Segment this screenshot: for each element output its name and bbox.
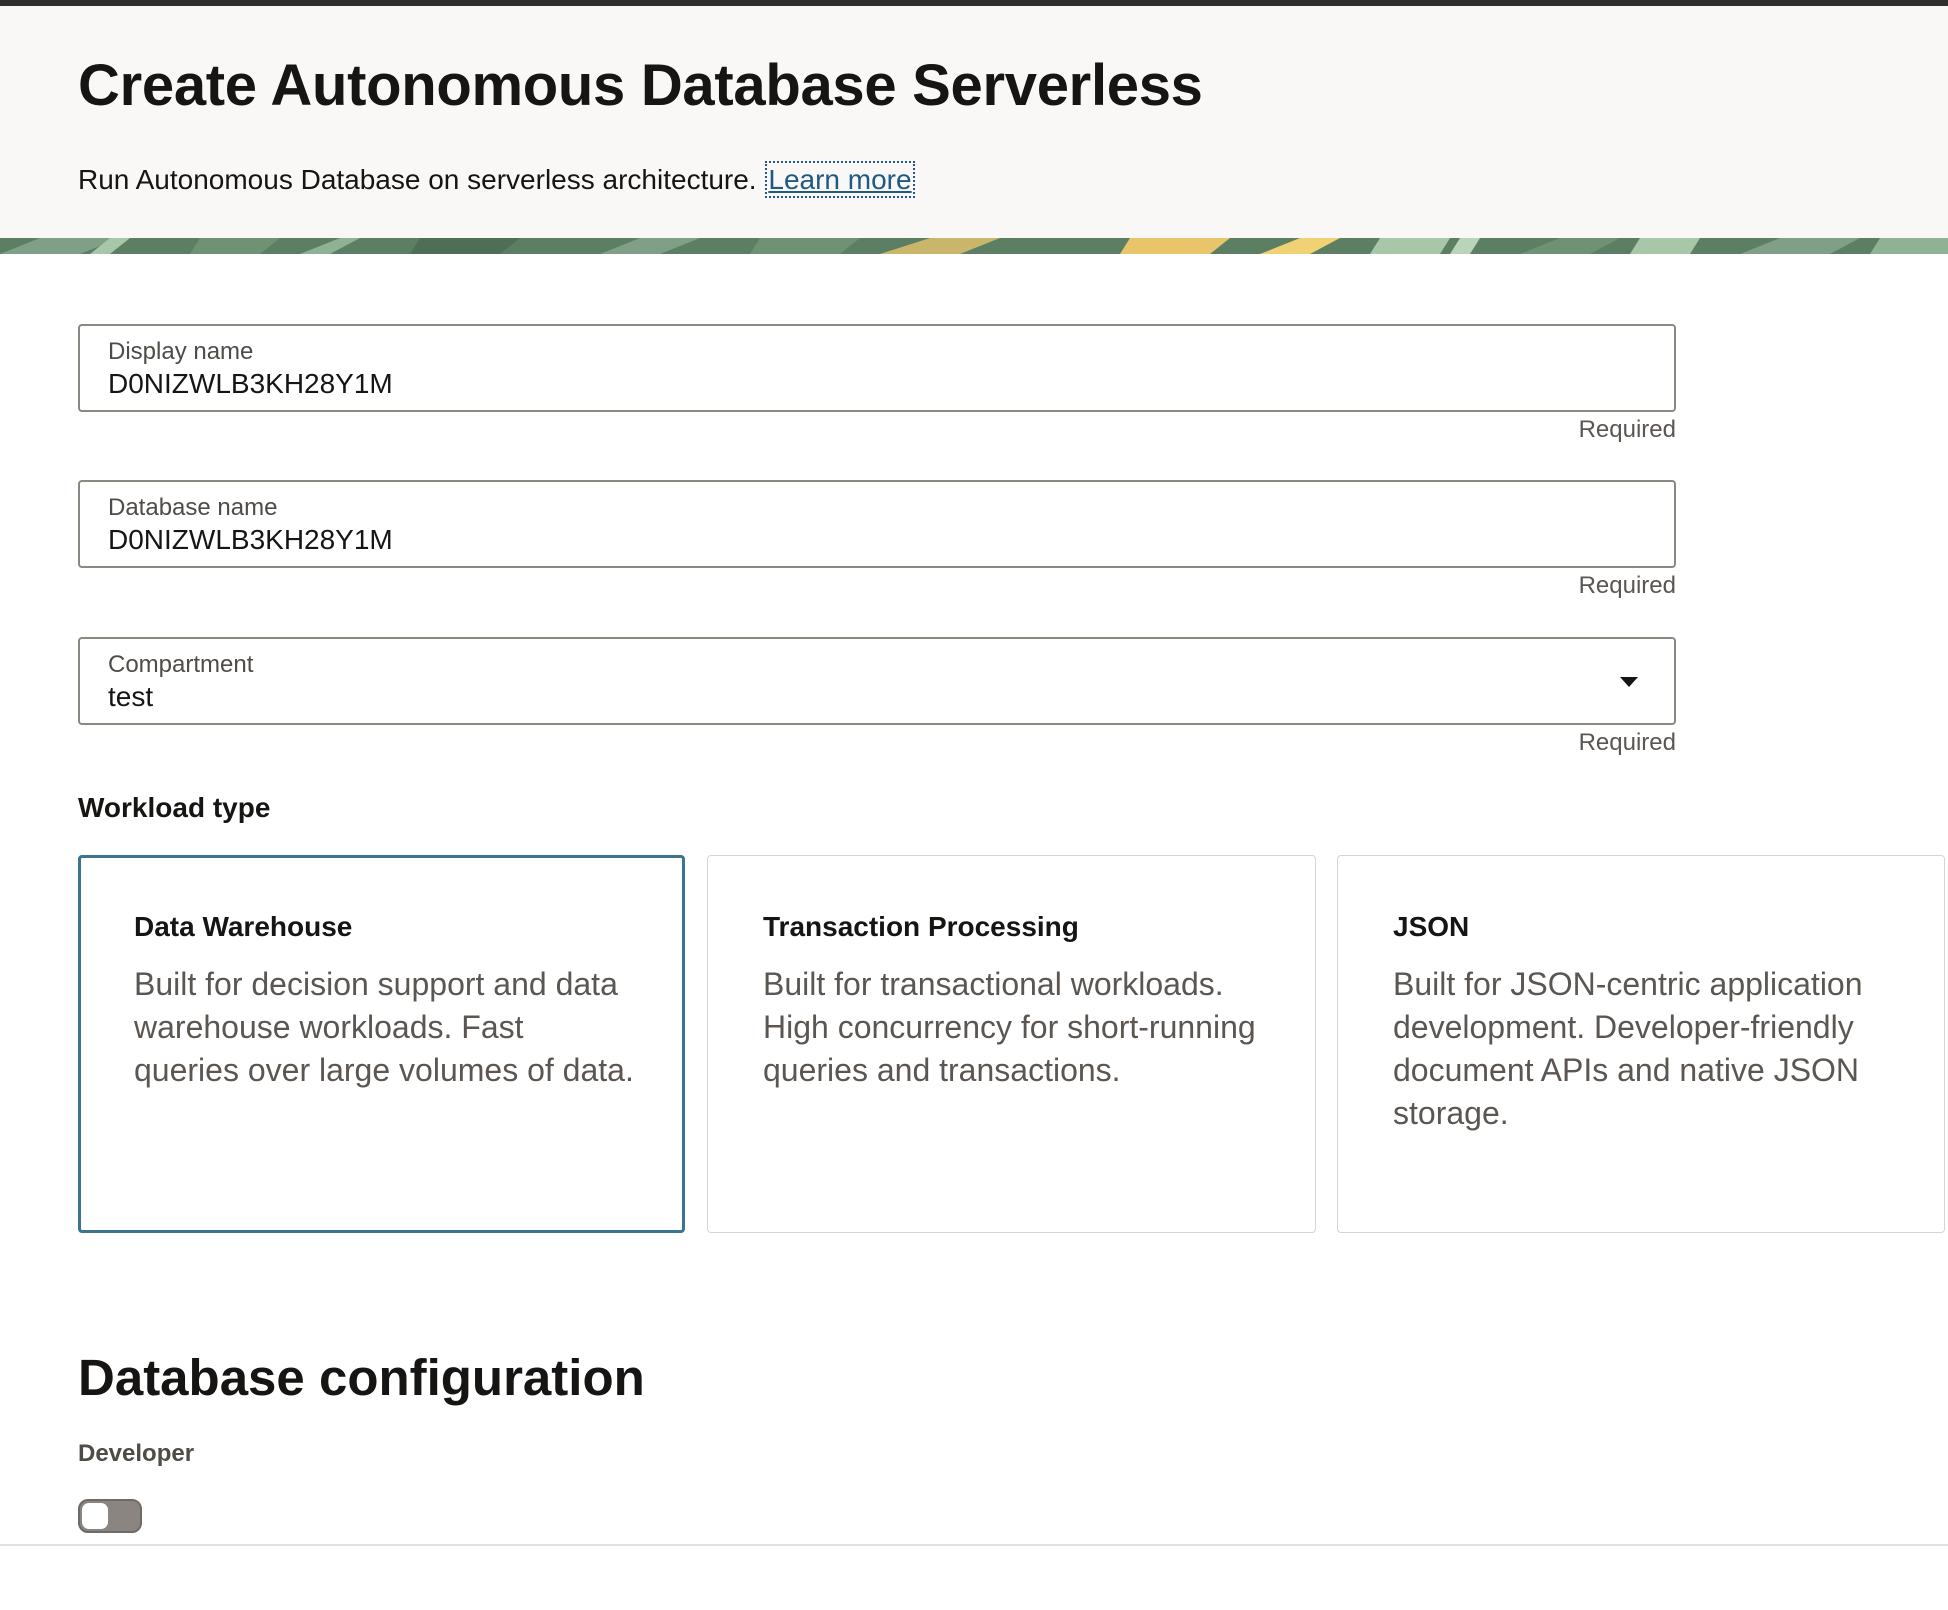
banner-pattern <box>0 238 1948 254</box>
workload-option-description: Built for transactional workloads. High … <box>763 966 1256 1088</box>
display-name-field[interactable]: Display name D0NIZWLB3KH28Y1M <box>78 324 1676 412</box>
display-name-required-hint: Required <box>1578 416 1676 443</box>
workload-option-title: Transaction Processing <box>763 911 1079 942</box>
compartment-label: Compartment <box>108 651 254 678</box>
database-configuration-title: Database configuration <box>78 1349 645 1406</box>
developer-label: Developer <box>78 1440 195 1467</box>
database-name-required-hint: Required <box>1578 572 1676 599</box>
chevron-down-icon[interactable] <box>1620 677 1638 687</box>
subtitle-text: Run Autonomous Database on serverless ar… <box>78 164 757 195</box>
workload-option-json[interactable]: JSON Built for JSON-centric application … <box>1337 855 1945 1233</box>
developer-toggle[interactable] <box>78 1499 142 1533</box>
database-name-label: Database name <box>108 494 278 521</box>
learn-more-link[interactable]: Learn more <box>765 161 915 198</box>
compartment-value[interactable]: test <box>108 681 153 713</box>
database-name-field[interactable]: Database name D0NIZWLB3KH28Y1M <box>78 480 1676 568</box>
toggle-knob <box>82 1503 108 1529</box>
workload-option-transaction-processing[interactable]: Transaction Processing Built for transac… <box>707 855 1316 1233</box>
page-header: Create Autonomous Database Serverless Ru… <box>0 6 1948 238</box>
page-subtitle: Run Autonomous Database on serverless ar… <box>78 161 915 198</box>
compartment-select[interactable]: Compartment test <box>78 637 1676 725</box>
workload-option-title: JSON <box>1393 911 1470 942</box>
decorative-banner <box>0 238 1948 254</box>
workload-type-label: Workload type <box>78 792 271 823</box>
workload-option-title: Data Warehouse <box>134 911 353 942</box>
compartment-required-hint: Required <box>1578 729 1676 756</box>
page-title: Create Autonomous Database Serverless <box>78 53 1203 118</box>
display-name-input[interactable]: D0NIZWLB3KH28Y1M <box>108 368 393 400</box>
footer-divider <box>0 1544 1948 1546</box>
workload-option-description: Built for JSON-centric application devel… <box>1393 966 1863 1131</box>
database-name-input[interactable]: D0NIZWLB3KH28Y1M <box>108 524 393 556</box>
workload-option-data-warehouse[interactable]: Data Warehouse Built for decision suppor… <box>78 855 685 1233</box>
display-name-label: Display name <box>108 338 254 365</box>
workload-option-description: Built for decision support and data ware… <box>134 966 634 1088</box>
